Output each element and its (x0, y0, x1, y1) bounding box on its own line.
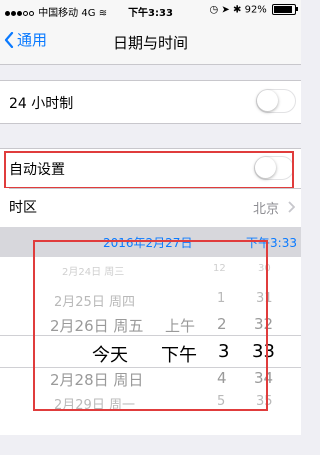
hour24-toggle[interactable] (256, 89, 296, 113)
alarm-icon: ◷ (209, 4, 219, 16)
highlight-box (4, 151, 294, 189)
picker-highlight-box (33, 240, 268, 411)
bluetooth-icon: ✱ (233, 4, 242, 16)
chevron-right-icon (288, 201, 295, 213)
battery-icon (272, 4, 298, 15)
hour24-row: 24 小时制 (0, 80, 301, 124)
battery-percent: 92% (244, 4, 267, 16)
status-bar: 中国移动 4G ≋ 下午3:33 ◷ ➤ ✱ 92% (0, 0, 301, 20)
navigation-bar: 通用 日期与时间 (0, 20, 301, 65)
timezone-value: 北京 (252, 202, 279, 217)
timezone-label: 时区 (9, 200, 37, 216)
status-right: ◷ ➤ ✱ 92% (209, 4, 298, 16)
hour24-label: 24 小时制 (9, 96, 74, 112)
location-icon: ➤ (221, 4, 230, 16)
page-title: 日期与时间 (112, 34, 188, 52)
timezone-row[interactable]: 时区 北京 (0, 188, 301, 227)
